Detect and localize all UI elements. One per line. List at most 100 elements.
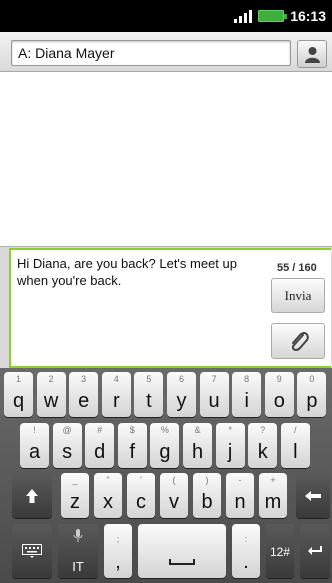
key-j[interactable]: * j bbox=[215, 423, 245, 468]
key-l[interactable]: / l bbox=[280, 423, 310, 468]
key-hint: + bbox=[270, 475, 276, 485]
key-hint: $ bbox=[129, 425, 135, 435]
keyboard-icon bbox=[22, 544, 42, 558]
key-g[interactable]: % g bbox=[150, 423, 180, 468]
paperclip-icon bbox=[291, 331, 309, 352]
key-q[interactable]: 1q bbox=[4, 372, 33, 417]
shift-key[interactable] bbox=[12, 473, 52, 518]
key-b[interactable]: ) b bbox=[193, 473, 221, 518]
period-hint: : bbox=[244, 534, 248, 544]
message-input[interactable]: Hi Diana, are you back? Let's meet up wh… bbox=[17, 255, 263, 289]
space-key[interactable] bbox=[138, 524, 226, 578]
key-label: e bbox=[78, 390, 90, 412]
key-n[interactable]: -n bbox=[226, 473, 254, 518]
key-hint: 9 bbox=[276, 374, 282, 384]
key-label: c bbox=[136, 491, 146, 513]
key-x[interactable]: " x bbox=[94, 473, 122, 518]
battery-icon bbox=[258, 10, 288, 22]
key-v[interactable]: (v bbox=[160, 473, 188, 518]
language-label: IT bbox=[72, 559, 84, 574]
key-label: z bbox=[70, 491, 80, 513]
comma-hint: ; bbox=[116, 534, 120, 544]
key-label: d bbox=[94, 441, 106, 463]
comma-key[interactable]: ; , bbox=[104, 524, 132, 578]
person-icon bbox=[305, 47, 320, 63]
key-s[interactable]: @ s bbox=[52, 423, 82, 468]
key-hint: 0 bbox=[309, 374, 315, 384]
key-label: m bbox=[264, 491, 282, 513]
key-hint: 5 bbox=[146, 374, 152, 384]
signal-icon bbox=[234, 9, 253, 23]
key-hint: 8 bbox=[244, 374, 250, 384]
recipient-bar: A: Diana Mayer bbox=[0, 32, 332, 72]
key-label: i bbox=[244, 390, 249, 412]
send-button[interactable]: Invia bbox=[271, 278, 325, 313]
key-w[interactable]: 2w bbox=[36, 372, 66, 417]
key-t[interactable]: 5t bbox=[134, 372, 164, 417]
key-label: x bbox=[103, 491, 113, 513]
enter-key[interactable] bbox=[300, 524, 330, 578]
key-label: k bbox=[257, 441, 268, 463]
key-label: g bbox=[159, 441, 171, 463]
key-hint: ' bbox=[140, 475, 142, 485]
key-label: w bbox=[43, 390, 59, 412]
key-hint: @ bbox=[62, 425, 72, 435]
key-f[interactable]: $ f bbox=[117, 423, 147, 468]
key-a[interactable]: ! a bbox=[20, 423, 49, 468]
key-hint: # bbox=[97, 425, 103, 435]
key-hint: _ bbox=[72, 475, 78, 485]
key-m[interactable]: + m bbox=[259, 473, 287, 518]
key-z[interactable]: _ z bbox=[61, 473, 89, 518]
key-hint: ! bbox=[33, 425, 36, 435]
key-hint: & bbox=[194, 425, 201, 435]
key-label: t bbox=[146, 390, 152, 412]
character-counter: 55 / 160 bbox=[277, 262, 317, 274]
symbols-key[interactable]: 12# bbox=[266, 524, 294, 578]
key-c[interactable]: ' c bbox=[127, 473, 155, 518]
key-hint: 2 bbox=[48, 374, 54, 384]
recipient-field[interactable]: A: Diana Mayer bbox=[11, 40, 291, 66]
attach-button[interactable] bbox=[271, 323, 325, 359]
comma-label: , bbox=[115, 551, 121, 573]
keyboard-settings-key[interactable] bbox=[12, 524, 52, 578]
key-label: r bbox=[112, 390, 120, 412]
key-label: s bbox=[62, 441, 73, 463]
key-hint: 1 bbox=[15, 374, 21, 384]
key-k[interactable]: ? k bbox=[248, 423, 278, 468]
period-key[interactable]: : . bbox=[232, 524, 260, 578]
backspace-key[interactable] bbox=[296, 473, 330, 518]
key-p[interactable]: 0p bbox=[297, 372, 327, 417]
key-label: a bbox=[28, 441, 41, 463]
status-bar: 16:13 bbox=[0, 0, 332, 32]
key-hint: - bbox=[238, 475, 242, 485]
key-r[interactable]: 4r bbox=[101, 372, 131, 417]
symbols-label: 12# bbox=[269, 545, 291, 559]
key-hint: ) bbox=[205, 475, 209, 485]
key-label: v bbox=[169, 491, 179, 513]
key-label: p bbox=[306, 390, 318, 412]
key-hint: ? bbox=[260, 425, 266, 435]
add-contact-button[interactable] bbox=[297, 40, 327, 68]
key-u[interactable]: 7u bbox=[199, 372, 229, 417]
key-e[interactable]: 3e bbox=[69, 372, 99, 417]
key-hint: 3 bbox=[81, 374, 87, 384]
key-hint: 7 bbox=[211, 374, 217, 384]
space-icon bbox=[169, 558, 195, 565]
backspace-icon bbox=[305, 490, 321, 501]
key-label: l bbox=[293, 441, 298, 463]
key-label: y bbox=[176, 390, 187, 412]
key-label: q bbox=[12, 390, 25, 412]
key-h[interactable]: & h bbox=[183, 423, 212, 468]
key-label: h bbox=[191, 441, 204, 463]
key-hint: " bbox=[106, 475, 110, 485]
period-label: . bbox=[243, 551, 249, 573]
language-key[interactable]: IT bbox=[58, 524, 98, 578]
key-d[interactable]: # d bbox=[85, 423, 115, 468]
key-hint: 4 bbox=[113, 374, 119, 384]
key-hint: % bbox=[160, 425, 169, 435]
key-y[interactable]: 6y bbox=[167, 372, 196, 417]
key-i[interactable]: 8i bbox=[232, 372, 262, 417]
key-label: j bbox=[227, 441, 233, 463]
key-label: b bbox=[201, 491, 213, 513]
key-o[interactable]: 9o bbox=[264, 372, 294, 417]
